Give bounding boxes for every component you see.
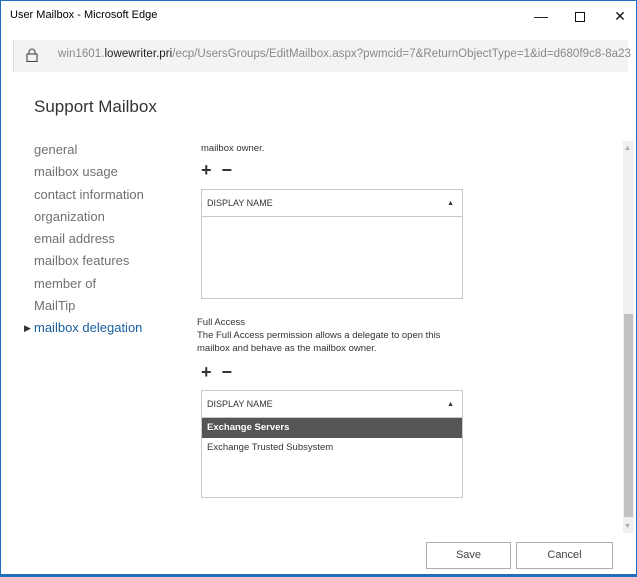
full-access-heading: Full Access bbox=[197, 317, 246, 328]
nav-item-mailbox-delegation[interactable]: ▶ mailbox delegation bbox=[24, 317, 144, 339]
nav-item-organization[interactable]: organization bbox=[34, 206, 144, 228]
nav-item-mailtip[interactable]: MailTip bbox=[34, 295, 144, 317]
full-access-list[interactable]: DISPLAY NAME ▲ Exchange Servers Exchange… bbox=[201, 390, 463, 498]
send-on-behalf-toolbar: + − bbox=[201, 161, 242, 179]
title-bar: User Mailbox - Microsoft Edge — ✕ bbox=[1, 1, 636, 31]
add-icon[interactable]: + bbox=[201, 363, 212, 381]
column-header-display-name: DISPLAY NAME bbox=[207, 198, 273, 208]
send-on-behalf-description: mailbox owner. bbox=[201, 143, 265, 154]
send-on-behalf-list[interactable]: DISPLAY NAME ▲ bbox=[201, 189, 463, 299]
sort-ascending-icon: ▲ bbox=[447, 200, 454, 207]
nav-item-mailbox-features[interactable]: mailbox features bbox=[34, 250, 144, 272]
url-text[interactable]: win1601.lowewriter.pri/ecp/UsersGroups/E… bbox=[58, 48, 631, 60]
scroll-up-icon[interactable]: ▲ bbox=[624, 145, 631, 152]
page-title: Support Mailbox bbox=[34, 97, 157, 116]
list-item[interactable]: Exchange Trusted Subsystem bbox=[202, 438, 462, 458]
cancel-button[interactable]: Cancel bbox=[516, 542, 613, 569]
list-header[interactable]: DISPLAY NAME ▲ bbox=[202, 190, 462, 217]
lock-icon bbox=[26, 48, 38, 62]
maximize-button[interactable] bbox=[565, 5, 595, 27]
active-marker-icon: ▶ bbox=[24, 323, 31, 334]
nav-item-email-address[interactable]: email address bbox=[34, 228, 144, 250]
close-button[interactable]: ✕ bbox=[605, 5, 635, 27]
full-access-description: The Full Access permission allows a dele… bbox=[197, 330, 441, 354]
window-title: User Mailbox - Microsoft Edge bbox=[10, 9, 158, 21]
url-prefix: win1601. bbox=[58, 48, 105, 60]
scroll-down-icon[interactable]: ▼ bbox=[624, 523, 631, 530]
nav-item-general[interactable]: general bbox=[34, 139, 144, 161]
vertical-scrollbar[interactable]: ▲ ▼ bbox=[623, 141, 634, 533]
full-access-toolbar: + − bbox=[201, 363, 242, 381]
nav-item-label: mailbox delegation bbox=[34, 320, 143, 336]
minimize-button[interactable]: — bbox=[526, 5, 556, 27]
browser-window: User Mailbox - Microsoft Edge — ✕ win160… bbox=[0, 0, 637, 577]
left-nav: general mailbox usage contact informatio… bbox=[24, 139, 144, 340]
nav-item-mailbox-usage[interactable]: mailbox usage bbox=[34, 161, 144, 183]
remove-icon[interactable]: − bbox=[222, 161, 233, 179]
scroll-thumb[interactable] bbox=[624, 314, 633, 517]
column-header-display-name: DISPLAY NAME bbox=[207, 399, 273, 409]
url-domain: lowewriter.pri bbox=[104, 48, 173, 60]
save-button[interactable]: Save bbox=[426, 542, 511, 569]
list-item[interactable]: Exchange Servers bbox=[202, 418, 462, 438]
nav-item-member-of[interactable]: member of bbox=[34, 273, 144, 295]
remove-icon[interactable]: − bbox=[222, 363, 233, 381]
add-icon[interactable]: + bbox=[201, 161, 212, 179]
list-header[interactable]: DISPLAY NAME ▲ bbox=[202, 391, 462, 418]
address-bar[interactable]: win1601.lowewriter.pri/ecp/UsersGroups/E… bbox=[13, 40, 631, 72]
url-path: /ecp/UsersGroups/EditMailbox.aspx?pwmcid… bbox=[172, 48, 631, 60]
maximize-icon bbox=[575, 12, 585, 23]
nav-item-contact-information[interactable]: contact information bbox=[34, 184, 144, 206]
sort-ascending-icon: ▲ bbox=[447, 401, 454, 408]
